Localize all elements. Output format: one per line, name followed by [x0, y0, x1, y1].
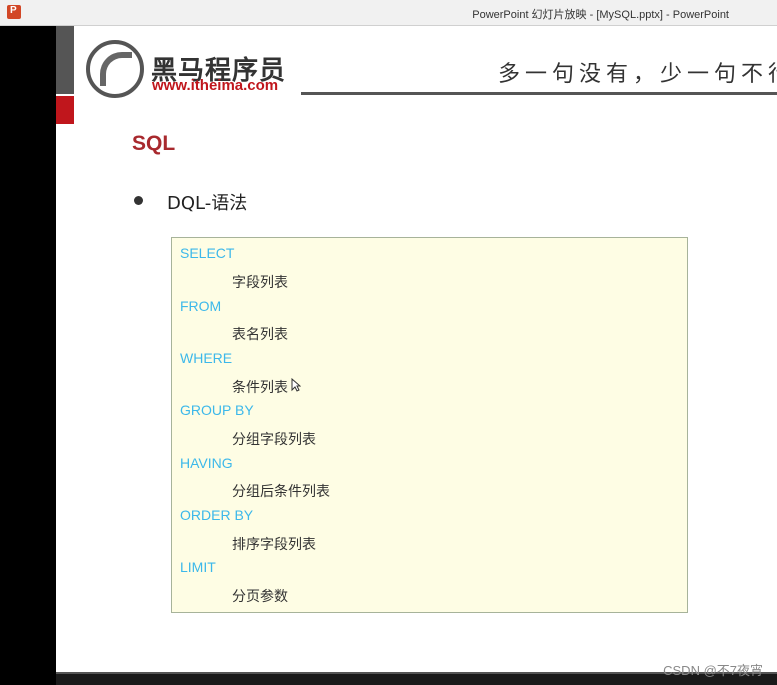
- mouse-cursor-icon: [291, 378, 301, 392]
- sql-syntax-box: SELECT 字段列表 FROM 表名列表 WHERE 条件列表 GROUP B…: [171, 237, 688, 613]
- window-title: PowerPoint 幻灯片放映 - [MySQL.pptx] - PowerP…: [472, 9, 729, 21]
- keyword-group-by: GROUP BY: [180, 402, 254, 418]
- powerpoint-icon[interactable]: P: [7, 5, 21, 19]
- keyword-select: SELECT: [180, 245, 235, 261]
- keyword-having: HAVING: [180, 455, 233, 471]
- slogan: 多一句没有，少一句不行: [498, 62, 777, 87]
- csdn-watermark: CSDN @不7夜宵: [663, 663, 763, 678]
- slide[interactable]: 黑马程序员 www.itheima.com 多一句没有，少一句不行 SQL DQ…: [56, 26, 777, 672]
- keyword-limit: LIMIT: [180, 559, 216, 575]
- arg-from: 表名列表: [232, 327, 288, 343]
- presentation-left-frame: [0, 26, 56, 685]
- slide-heading: SQL: [132, 132, 176, 155]
- bullet-icon: [134, 196, 143, 205]
- brand-url: www.itheima.com: [152, 77, 279, 94]
- keyword-where: WHERE: [180, 350, 233, 366]
- keyword-from: FROM: [180, 298, 222, 314]
- arg-order-by: 排序字段列表: [232, 537, 316, 553]
- arg-select: 字段列表: [232, 275, 288, 291]
- header-divider: [301, 92, 777, 95]
- title-bar: P PowerPoint 幻灯片放映 - [MySQL.pptx] - Powe…: [0, 0, 777, 26]
- arg-having: 分组后条件列表: [232, 484, 330, 500]
- header-red-strip: [56, 96, 74, 124]
- horse-logo-icon: [86, 40, 144, 98]
- arg-limit: 分页参数: [232, 589, 288, 605]
- keyword-order-by: ORDER BY: [180, 507, 254, 523]
- header-grey-strip: [56, 26, 74, 94]
- bullet-text: DQL-语法: [167, 193, 248, 214]
- arg-where: 条件列表: [232, 380, 288, 396]
- arg-group-by: 分组字段列表: [232, 432, 316, 448]
